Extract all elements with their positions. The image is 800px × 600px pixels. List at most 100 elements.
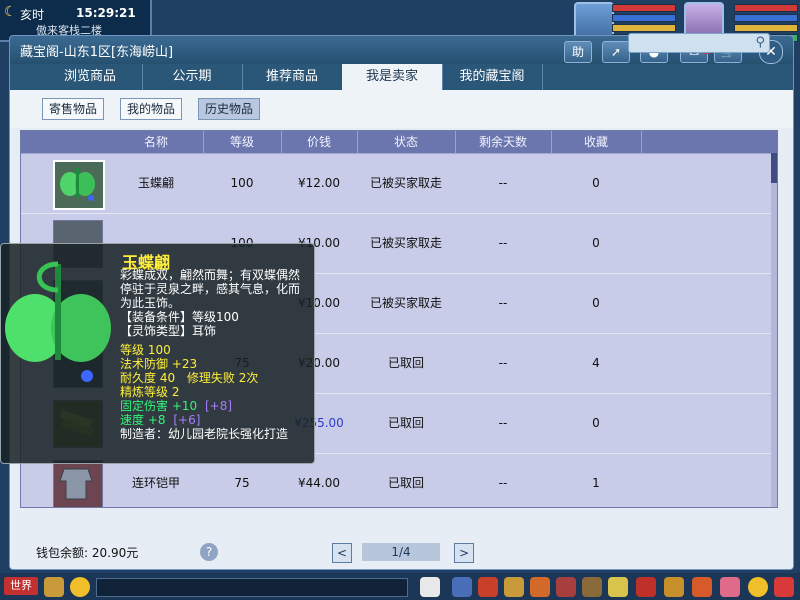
table-scrollbar[interactable] (771, 153, 777, 507)
cell-level: 100 (230, 176, 254, 190)
help-question-icon[interactable]: ? (200, 543, 218, 561)
mp-bar (612, 14, 676, 22)
microphone-icon[interactable] (44, 577, 64, 597)
header-name: 名称 (109, 131, 204, 153)
item-icon[interactable] (478, 577, 498, 597)
main-tabbar: 浏览商品 公示期 推荐商品 我是卖家 我的藏宝阁 (10, 64, 793, 90)
skill-icon[interactable] (530, 577, 550, 597)
hp-bar (612, 4, 676, 12)
team-icon[interactable] (556, 577, 576, 597)
armor-icon (59, 468, 93, 500)
item-tooltip: 玉蝶翩 彩蝶成双，翩然而舞；有双蝶偶然停驻于灵泉之畔，感其气息，化而为此玉饰。 … (0, 243, 315, 464)
header-level: 等级 (203, 131, 282, 153)
page-indicator: 1/4 (362, 543, 440, 561)
tooltip-repair: 修理失败 2次 (186, 371, 259, 385)
tooltip-mdef: 法术防御 +23 (120, 357, 198, 371)
cell-days: -- (498, 356, 508, 370)
settings-icon[interactable] (774, 577, 794, 597)
tooltip-level: 等级 100 (120, 343, 171, 357)
wallet-balance: 钱包余额: 20.90元 (36, 546, 139, 560)
subtab-history[interactable]: 历史物品 (198, 98, 261, 120)
world-channel-button[interactable]: 世界 (4, 577, 38, 595)
cell-days: -- (498, 296, 508, 310)
clock-time: 15:29:21 (76, 6, 136, 20)
tab-recommended[interactable]: 推荐商品 (242, 64, 343, 90)
tab-publicity[interactable]: 公示期 (142, 64, 243, 90)
equipment-icon[interactable] (504, 577, 524, 597)
tab-my-pavilion[interactable]: 我的藏宝阁 (442, 64, 543, 90)
tooltip-fixed-damage-bonus: [+8] (204, 399, 233, 413)
cell-fav: 0 (592, 416, 600, 430)
quest-icon[interactable] (608, 577, 628, 597)
table-scrollbar-thumb[interactable] (771, 153, 777, 183)
cell-status: 已被买家取走 (369, 176, 442, 190)
tooltip-speed: 速度 +8 [+6] (120, 413, 200, 427)
share-button[interactable]: ➚ (602, 41, 630, 63)
cell-fav: 0 (592, 176, 600, 190)
emoji-icon[interactable] (70, 577, 90, 597)
cell-status: 已取回 (387, 416, 424, 430)
next-page-button[interactable]: > (454, 543, 474, 563)
share-icon: ➚ (610, 45, 622, 59)
panel-footer: 钱包余额: 20.90元 ? < 1/4 > (10, 536, 793, 569)
pet-mp-bar (734, 14, 798, 22)
prev-page-button[interactable]: < (332, 543, 352, 563)
cell-days: -- (498, 176, 508, 190)
item-thumbnail[interactable] (53, 460, 103, 507)
tooltip-maker: 制造者：幼儿园老院长强化打造 (120, 427, 289, 441)
header-price: 价钱 (281, 131, 358, 153)
header-fav: 收藏 (551, 131, 642, 153)
help-button[interactable]: 助 (564, 41, 592, 63)
moon-icon: ☾ (4, 4, 17, 20)
cell-fav: 1 (592, 476, 600, 490)
cell-status: 已被买家取走 (369, 236, 442, 250)
pet-icon[interactable] (420, 577, 440, 597)
cell-fav: 4 (592, 356, 600, 370)
search-icon: ⚲ (755, 35, 765, 50)
subtab-consignment[interactable]: 寄售物品 (42, 98, 105, 120)
anger-bar (612, 24, 676, 32)
header-days: 剩余天数 (455, 131, 552, 153)
jade-butterfly-large-icon (5, 261, 111, 382)
table-row[interactable]: 玉蝶翩 100 ¥12.00 已被买家取走 -- 0 (21, 154, 771, 214)
tooltip-description: 彩蝶成双，翩然而舞；有双蝶偶然停驻于灵泉之畔，感其气息，化而为此玉饰。 【装备条… (120, 268, 310, 338)
friends-icon[interactable] (692, 577, 712, 597)
mall-icon[interactable] (664, 577, 684, 597)
cell-price: ¥12.00 (298, 176, 340, 190)
tab-browse[interactable]: 浏览商品 (38, 64, 143, 90)
cell-status: 已取回 (387, 356, 424, 370)
cell-fav: 0 (592, 236, 600, 250)
cell-fav: 0 (592, 296, 600, 310)
sub-tabbar: 寄售物品 我的物品 历史物品 (10, 90, 793, 128)
tooltip-durability: 耐久度 40 修理失败 2次 (120, 371, 258, 385)
system-icon[interactable] (636, 577, 656, 597)
cell-status: 已取回 (387, 476, 424, 490)
tooltip-speed-value: 速度 +8 (120, 413, 166, 427)
smile-icon[interactable] (748, 577, 768, 597)
table-header: 名称 等级 价钱 状态 剩余天数 收藏 (21, 131, 777, 153)
pet-exp-bar (734, 24, 798, 32)
ranking-icon[interactable] (720, 577, 740, 597)
tooltip-fixed-damage: 固定伤害 +10 [+8] (120, 399, 232, 413)
item-thumbnail[interactable] (53, 160, 105, 210)
tooltip-durability-value: 耐久度 40 (120, 371, 176, 385)
tooltip-flavor-text: 彩蝶成双，翩然而舞；有双蝶偶然停驻于灵泉之畔，感其气息，化而为此玉饰。 (120, 268, 301, 310)
pet-hp-bar (734, 4, 798, 12)
cell-days: -- (498, 236, 508, 250)
cell-days: -- (498, 476, 508, 490)
tooltip-requirement: 【装备条件】等级100 (120, 310, 239, 324)
header-status: 状态 (357, 131, 456, 153)
cell-status: 已被买家取走 (369, 296, 442, 310)
subtab-my-items[interactable]: 我的物品 (120, 98, 183, 120)
chat-input[interactable] (96, 578, 408, 597)
tooltip-type: 【灵饰类型】耳饰 (120, 324, 217, 338)
shichen-label: 亥时 (20, 8, 45, 22)
cell-name: 玉蝶翩 (137, 176, 174, 190)
guild-icon[interactable] (582, 577, 602, 597)
bottom-chat-bar: 世界 (0, 573, 800, 600)
attack-icon[interactable] (452, 577, 472, 597)
tooltip-fixed-damage-value: 固定伤害 +10 (120, 399, 198, 413)
cell-days: -- (498, 416, 508, 430)
search-input[interactable]: ⚲ (628, 33, 770, 53)
tab-seller[interactable]: 我是卖家 (342, 64, 443, 90)
